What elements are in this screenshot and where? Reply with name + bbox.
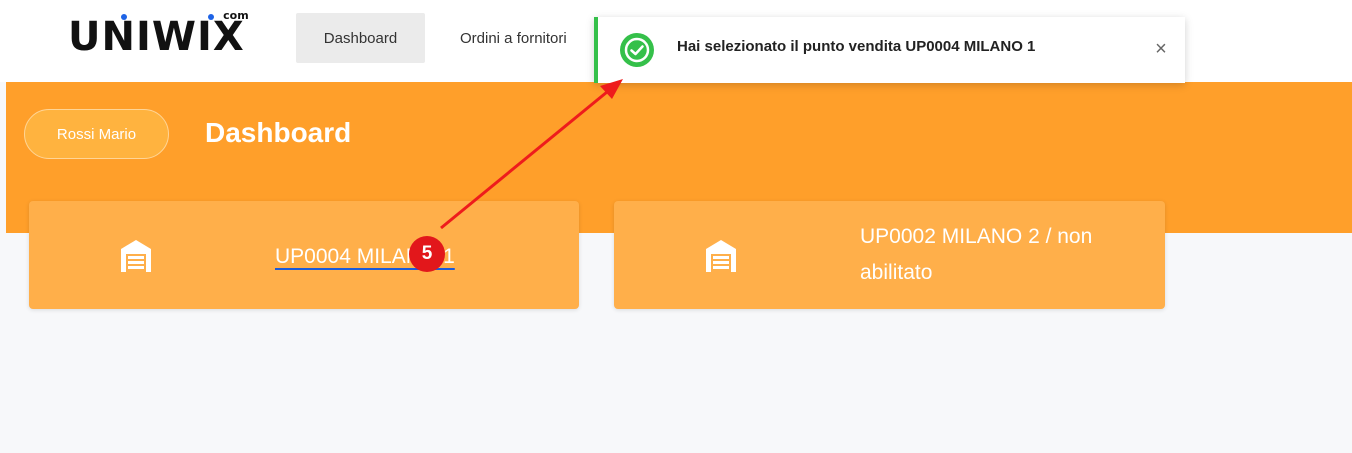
user-name-button[interactable]: Rossi Mario xyxy=(24,109,169,159)
close-icon[interactable]: × xyxy=(1149,37,1173,61)
logo-text: UNIWIX xyxy=(68,14,245,60)
store-icon xyxy=(706,240,736,272)
store-card-up0002[interactable]: UP0002 MILANO 2 / non abilitato xyxy=(614,201,1165,309)
page-title: Dashboard xyxy=(205,117,352,148)
uniwix-logo[interactable]: UNIWIX com xyxy=(68,9,249,62)
success-toast: Hai selezionato il punto vendita UP0004 … xyxy=(594,17,1185,83)
logo-dot xyxy=(121,14,127,20)
check-circle-icon xyxy=(620,33,654,67)
logo-dot xyxy=(208,14,214,20)
store-icon xyxy=(121,240,151,272)
toast-message: Hai selezionato il punto vendita UP0004 … xyxy=(677,38,1036,55)
store-card-up0004[interactable]: UP0004 MILANO 1 xyxy=(29,201,579,309)
nav-tab-ordini-fornitori[interactable]: Ordini a fornitori xyxy=(445,13,595,63)
nav-tab-dashboard[interactable]: Dashboard xyxy=(296,13,425,63)
store-card-label: UP0002 MILANO 2 / non abilitato xyxy=(860,225,1093,284)
step-number-badge: 5 xyxy=(409,236,445,272)
logo-com-text: com xyxy=(223,9,249,22)
app-page: UNIWIX com Dashboard Ordini a fornitori … xyxy=(0,0,1352,453)
